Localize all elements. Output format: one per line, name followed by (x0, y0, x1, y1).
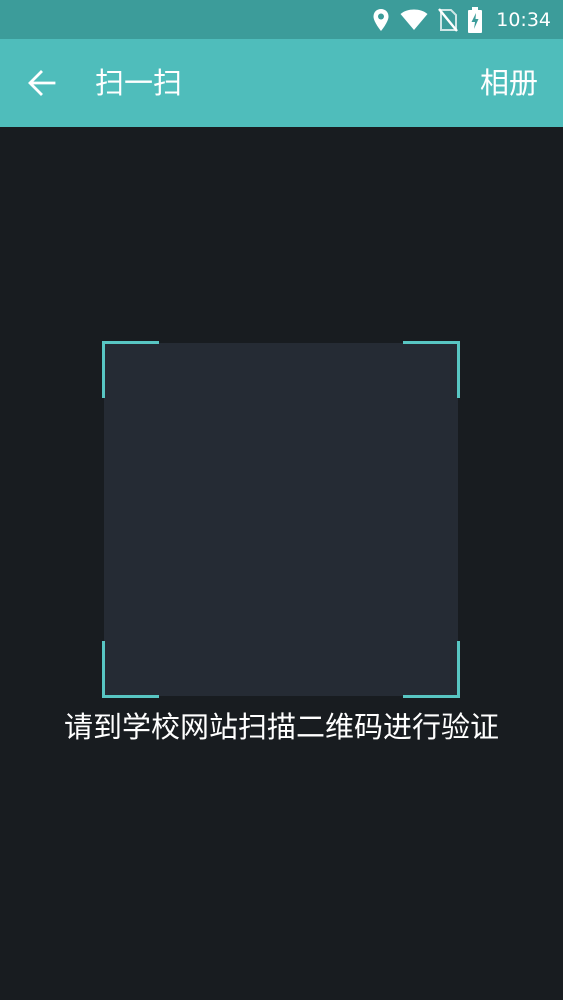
scan-corner-bottom-left (102, 641, 159, 698)
scan-corner-top-right (403, 341, 460, 398)
battery-charging-icon (468, 6, 483, 33)
wifi-icon (400, 9, 428, 31)
status-bar: 10:34 (0, 0, 563, 39)
location-pin-icon (372, 8, 390, 32)
scan-hint: 请到学校网站扫描二维码进行验证 (63, 710, 499, 744)
page-title: 扫一扫 (95, 66, 183, 100)
arrow-left-icon (27, 68, 57, 98)
scan-frame (102, 341, 460, 698)
album-button[interactable]: 相册 (480, 39, 538, 127)
toolbar: 扫一扫 相册 (0, 39, 563, 127)
status-time: 10:34 (496, 8, 551, 31)
scan-corner-top-left (102, 341, 159, 398)
no-sim-icon (438, 7, 459, 32)
back-button[interactable] (20, 61, 64, 105)
status-icons: 10:34 (372, 0, 551, 39)
scan-corner-bottom-right (403, 641, 460, 698)
